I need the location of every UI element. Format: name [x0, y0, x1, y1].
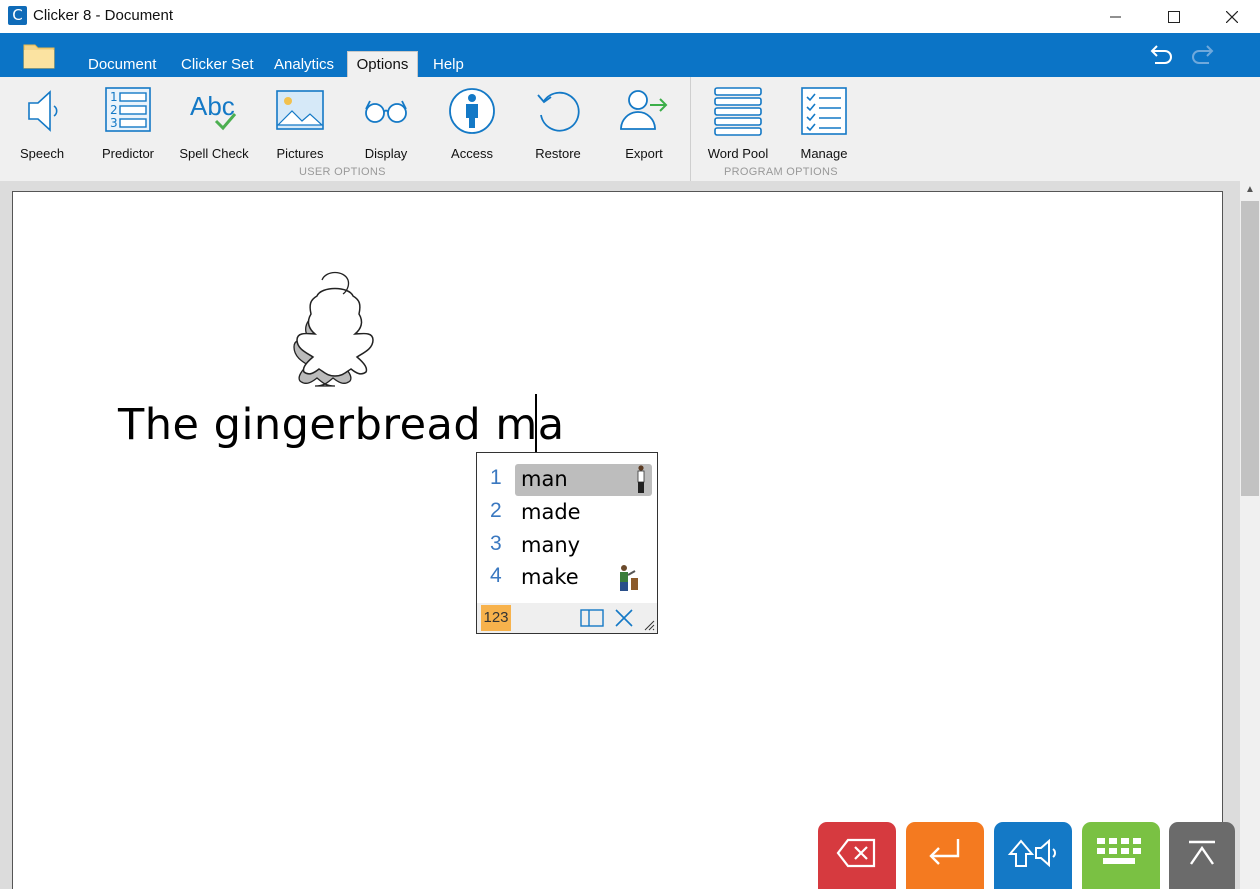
predictor-button[interactable]: 1 2 3 Predictor [85, 85, 171, 165]
pictures-button[interactable]: Pictures [257, 85, 343, 165]
word-pool-icon [712, 85, 764, 137]
worker-figure-icon [615, 564, 641, 592]
backspace-icon [836, 836, 878, 870]
prediction-word: many [521, 533, 580, 557]
document-text[interactable]: The gingerbread ma [118, 400, 565, 450]
number-mode-button[interactable]: 123 [481, 605, 511, 631]
window-title: Clicker 8 - Document [33, 7, 173, 24]
program-options-group-label: PROGRAM OPTIONS [724, 166, 838, 178]
ribbon: Speech 1 2 3 Predictor Abc Spell Check P… [0, 77, 1260, 181]
keyboard-button[interactable] [1082, 822, 1160, 889]
predictor-list-icon: 1 2 3 [102, 85, 154, 137]
prediction-item[interactable]: 1 man [477, 464, 657, 496]
prediction-item[interactable]: 3 many [477, 530, 657, 562]
manage-button[interactable]: Manage [781, 85, 867, 165]
gingerbread-cutter-picture [292, 268, 378, 392]
prediction-item[interactable]: 2 made [477, 497, 657, 529]
enter-button[interactable] [906, 822, 984, 889]
export-user-icon [618, 85, 670, 137]
maximize-button[interactable] [1145, 0, 1203, 33]
prediction-number: 4 [490, 564, 502, 588]
keyboard-icon [1095, 836, 1147, 870]
tab-clicker-set[interactable]: Clicker Set [175, 53, 260, 77]
undo-icon[interactable] [1147, 41, 1175, 69]
prediction-number: 2 [490, 499, 502, 523]
prediction-word: man [521, 467, 568, 491]
word-pool-button[interactable]: Word Pool [695, 85, 781, 165]
text-caret [535, 394, 537, 452]
hide-panel-button[interactable] [1169, 822, 1235, 889]
speak-button[interactable] [994, 822, 1072, 889]
prediction-word: made [521, 500, 581, 524]
folder-icon[interactable] [23, 41, 55, 69]
svg-text:2: 2 [110, 103, 118, 117]
redo-icon[interactable] [1189, 41, 1217, 69]
spell-check-icon: Abc [188, 85, 240, 137]
speech-button[interactable]: Speech [0, 85, 85, 165]
panel-toggle-icon[interactable] [580, 609, 604, 627]
prediction-number: 3 [490, 532, 502, 556]
delete-button[interactable] [818, 822, 896, 889]
shift-speak-icon [1007, 836, 1059, 870]
speech-label: Speech [0, 146, 85, 161]
person-circle-icon [446, 85, 498, 137]
tab-bar: Document Clicker Set Analytics Options H… [0, 33, 1260, 77]
minimize-button[interactable] [1087, 0, 1145, 33]
tab-help[interactable]: Help [427, 53, 470, 77]
predictor-footer: 123 [477, 603, 657, 633]
svg-text:Abc: Abc [190, 91, 235, 121]
picture-icon [274, 85, 326, 137]
prediction-word: make [521, 565, 579, 589]
display-button[interactable]: Display [343, 85, 429, 165]
pictures-label: Pictures [257, 146, 343, 161]
scroll-up-icon[interactable]: ▲ [1240, 181, 1260, 199]
access-label: Access [429, 146, 515, 161]
title-bar: C Clicker 8 - Document [0, 0, 1260, 33]
close-icon [1226, 11, 1238, 23]
user-options-group-label: USER OPTIONS [299, 166, 386, 178]
predictor-popup[interactable]: 1 man 2 made 3 many 4 make 123 [476, 452, 658, 634]
spell-check-button[interactable]: Abc Spell Check [171, 85, 257, 165]
tab-document[interactable]: Document [82, 53, 162, 77]
minimize-icon [1110, 11, 1122, 23]
prediction-number: 1 [490, 466, 502, 490]
svg-text:3: 3 [110, 116, 118, 130]
word-pool-label: Word Pool [695, 146, 781, 161]
collapse-up-icon [1185, 836, 1219, 870]
glasses-icon [360, 85, 412, 137]
resize-grip-icon[interactable] [643, 619, 655, 631]
svg-text:1: 1 [110, 90, 118, 104]
predictor-close-icon[interactable] [613, 607, 635, 629]
scroll-thumb[interactable] [1241, 201, 1259, 496]
app-icon: C [8, 6, 27, 25]
export-button[interactable]: Export [601, 85, 687, 165]
ribbon-separator [690, 77, 691, 181]
tab-analytics[interactable]: Analytics [268, 53, 340, 77]
restore-icon [532, 85, 584, 137]
manage-checklist-icon [798, 85, 850, 137]
prediction-item[interactable]: 4 make [477, 562, 657, 594]
spell-check-label: Spell Check [171, 146, 257, 161]
restore-label: Restore [515, 146, 601, 161]
manage-label: Manage [781, 146, 867, 161]
restore-button[interactable]: Restore [515, 85, 601, 165]
export-label: Export [601, 146, 687, 161]
close-button[interactable] [1203, 0, 1260, 33]
access-button[interactable]: Access [429, 85, 515, 165]
man-figure-icon [635, 465, 647, 495]
tab-options[interactable]: Options [347, 51, 418, 77]
speaker-icon [16, 85, 68, 137]
maximize-icon [1168, 11, 1180, 23]
enter-icon [924, 836, 966, 870]
display-label: Display [343, 146, 429, 161]
predictor-label: Predictor [85, 146, 171, 161]
